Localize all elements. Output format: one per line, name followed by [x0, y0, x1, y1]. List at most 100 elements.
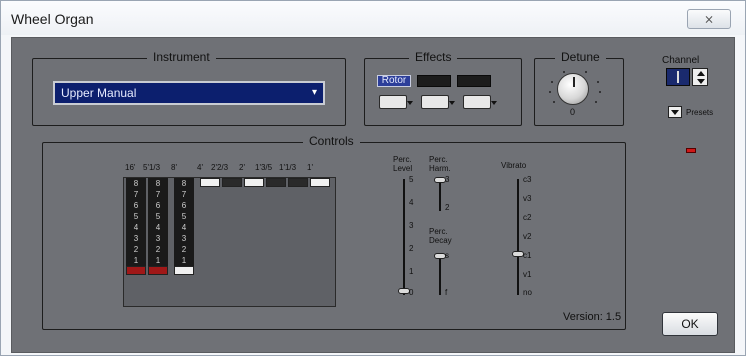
perc-harm-track[interactable] — [439, 179, 441, 211]
ok-button[interactable]: OK — [662, 312, 718, 336]
drawbar-scale-number: 8 — [155, 179, 161, 188]
drawbar-1[interactable]: 8 7 6 5 4 3 2 1 — [126, 178, 146, 275]
close-icon: ⨯ — [703, 12, 715, 26]
midi-activity-led — [686, 148, 696, 153]
effect-3-button[interactable] — [457, 75, 491, 87]
presets-label: Presets — [686, 108, 714, 117]
drawbar-cap[interactable] — [174, 266, 194, 275]
chevron-up-icon — [697, 71, 705, 76]
instrument-selected-value: Upper Manual — [61, 86, 137, 100]
drawbar-cap[interactable] — [266, 178, 286, 187]
drawbar-cap[interactable] — [222, 178, 242, 187]
drawbar-scale-number: 7 — [181, 190, 187, 199]
chevron-down-icon — [697, 79, 705, 84]
drawbar-label-2: 2' — [239, 163, 245, 172]
vibrato-tick-c1: c1 — [523, 251, 532, 260]
drawbar-5[interactable] — [222, 178, 242, 187]
effect-rotor-button[interactable]: Rotor — [377, 75, 411, 87]
drawbar-scale-number: 2 — [133, 245, 139, 254]
drawbar-cap[interactable] — [126, 266, 146, 275]
plugin-window: Wheel Organ ⨯ Instrument Upper Manual ▾ … — [0, 0, 746, 356]
drawbar-label-4: 4' — [197, 163, 203, 172]
drawbar-cap[interactable] — [244, 178, 264, 187]
drawbar-scale-number: 4 — [181, 223, 187, 232]
perc-decay-label-1: Perc. — [429, 227, 448, 236]
drawbar-4[interactable] — [200, 178, 220, 187]
instrument-legend: Instrument — [147, 50, 216, 64]
drawbar-scale-number: 6 — [155, 201, 161, 210]
window-title: Wheel Organ — [11, 11, 94, 27]
drawbar-7[interactable] — [266, 178, 286, 187]
perc-harm-tick-3: 3 — [445, 175, 450, 184]
drawbar-scale-number: 8 — [181, 179, 187, 188]
effect-2-button[interactable] — [417, 75, 451, 87]
effects-legend: Effects — [409, 50, 458, 64]
vibrato-tick-c3: c3 — [523, 175, 532, 184]
vibrato-track[interactable] — [517, 179, 519, 295]
perc-level-tick-4: 4 — [409, 198, 414, 207]
drawbar-scale-number: 3 — [133, 234, 139, 243]
effect-2-dropdown[interactable] — [421, 95, 455, 109]
drawbar-section: 16' 5'1/3 8' 4' 2'2/3 2' 1'3/5 1'1/3 1' … — [123, 163, 336, 307]
drawbar-label-1: 1' — [307, 163, 313, 172]
perc-decay-tick-s: s — [445, 251, 449, 260]
close-button[interactable]: ⨯ — [687, 9, 731, 29]
channel-spinner[interactable] — [692, 68, 708, 86]
drawbar-cap[interactable] — [288, 178, 308, 187]
detune-legend: Detune — [555, 50, 606, 64]
drawbar-label-1-1-3: 1'1/3 — [279, 163, 297, 172]
drawbar-scale-number: 7 — [155, 190, 161, 199]
detune-value: 0 — [570, 107, 576, 117]
perc-level-tick-5: 5 — [409, 175, 414, 184]
perc-harm-label-1: Perc. — [429, 155, 448, 164]
effect-1-dropdown[interactable] — [379, 95, 413, 109]
vibrato-tick-v3: v3 — [523, 194, 532, 203]
drawbar-9[interactable] — [310, 178, 330, 187]
drawbar-3[interactable]: 8 7 6 5 4 3 2 1 — [174, 178, 194, 275]
presets-dropdown-button[interactable] — [668, 106, 682, 118]
perc-decay-track[interactable] — [439, 253, 441, 295]
drawbar-scale-number: 5 — [181, 212, 187, 221]
channel-display — [666, 68, 690, 86]
perc-level-tick-0: 0 — [409, 288, 414, 297]
drawbar-label-1-3-5: 1'3/5 — [255, 163, 273, 172]
drawbar-scale-number: 2 — [181, 245, 187, 254]
drawbar-scale-number: 8 — [133, 179, 139, 188]
title-bar: Wheel Organ ⨯ — [1, 1, 745, 35]
drawbar-label-5-1-3: 5'1/3 — [143, 163, 161, 172]
perc-level-tick-2: 2 — [409, 244, 414, 253]
perc-level-track[interactable] — [403, 179, 405, 295]
channel-section: Channel Presets OK — [652, 48, 732, 348]
plugin-client-area: Instrument Upper Manual ▾ Effects Rotor … — [11, 37, 735, 353]
effect-3-dropdown[interactable] — [463, 95, 497, 109]
perc-level-tick-1: 1 — [409, 267, 414, 276]
effects-panel: Effects Rotor — [364, 50, 522, 126]
detune-knob[interactable] — [557, 73, 589, 105]
vibrato-label: Vibrato — [501, 161, 527, 170]
drawbar-scale-number: 6 — [133, 201, 139, 210]
drawbar-scale-number: 5 — [133, 212, 139, 221]
drawbar-scale-number: 1 — [155, 256, 161, 265]
drawbar-scale-number: 3 — [181, 234, 187, 243]
drawbar-cap[interactable] — [200, 178, 220, 187]
drawbar-scale-number: 7 — [133, 190, 139, 199]
drawbar-cap[interactable] — [148, 266, 168, 275]
drawbar-6[interactable] — [244, 178, 264, 187]
vibrato-tick-v1: v1 — [523, 270, 532, 279]
drawbar-frame: 8 7 6 5 4 3 2 1 8 7 6 5 4 3 2 1 8 7 6 5 4 3 2 1 — [123, 177, 336, 307]
perc-decay-label-2: Decay — [429, 236, 452, 245]
drawbar-label-2-2-3: 2'2/3 — [211, 163, 229, 172]
controls-legend: Controls — [303, 134, 360, 148]
drawbar-2[interactable]: 8 7 6 5 4 3 2 1 — [148, 178, 168, 275]
drawbar-cap[interactable] — [310, 178, 330, 187]
perc-level-label-1: Perc. — [393, 155, 412, 164]
drawbar-label-16: 16' — [125, 163, 136, 172]
drawbar-8[interactable] — [288, 178, 308, 187]
drawbar-scale-number: 1 — [133, 256, 139, 265]
instrument-select[interactable]: Upper Manual ▾ — [53, 81, 325, 105]
instrument-panel: Instrument Upper Manual ▾ — [32, 50, 346, 126]
drawbar-label-8: 8' — [171, 163, 177, 172]
drawbar-scale-number: 2 — [155, 245, 161, 254]
detune-panel: Detune 0 — [534, 50, 624, 126]
drawbar-scale-number: 4 — [155, 223, 161, 232]
